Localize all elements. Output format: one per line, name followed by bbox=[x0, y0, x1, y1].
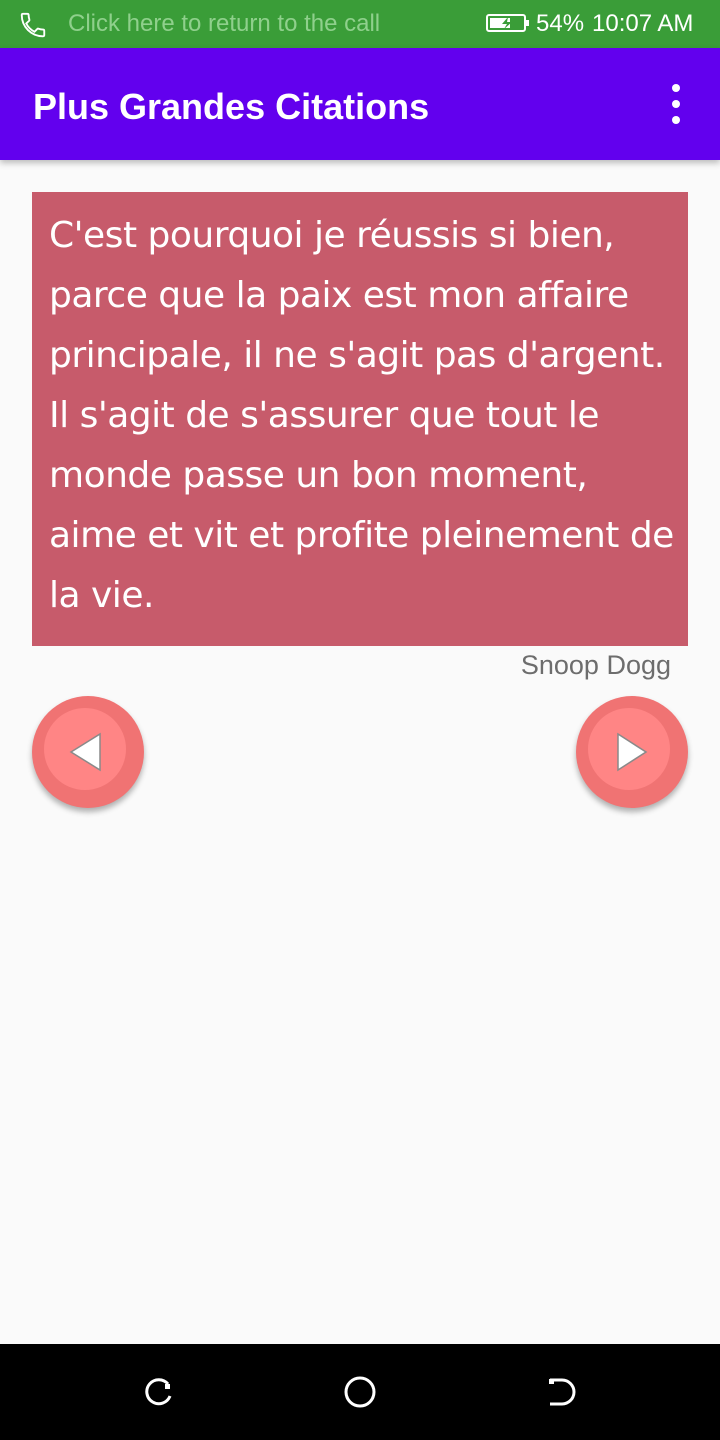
system-nav-bar bbox=[0, 1344, 720, 1440]
next-quote-button[interactable] bbox=[576, 696, 688, 808]
clock: 10:07 AM bbox=[592, 10, 694, 37]
home-icon[interactable] bbox=[340, 1372, 380, 1412]
play-right-icon bbox=[617, 732, 648, 772]
more-vert-icon[interactable] bbox=[660, 84, 692, 124]
quote-card: C'est pourquoi je réussis si bien, parce… bbox=[32, 192, 688, 646]
menu-dot bbox=[672, 100, 680, 108]
previous-quote-button[interactable] bbox=[32, 696, 144, 808]
return-to-call-link[interactable]: Click here to return to the call bbox=[68, 10, 380, 38]
quote-text: C'est pourquoi je réussis si bien, parce… bbox=[49, 215, 674, 616]
page-title: Plus Grandes Citations bbox=[33, 86, 430, 127]
phone-icon[interactable] bbox=[18, 10, 48, 40]
play-left-icon bbox=[69, 732, 101, 772]
menu-dot bbox=[672, 84, 680, 92]
battery-charging-icon bbox=[486, 14, 529, 32]
menu-dot bbox=[672, 116, 680, 124]
quote-author: Snoop Dogg bbox=[520, 650, 671, 680]
battery-percentage: 54% bbox=[536, 10, 585, 37]
app-bar: Plus Grandes Citations bbox=[0, 48, 720, 160]
recent-apps-icon[interactable] bbox=[140, 1372, 180, 1412]
status-bar: Click here to return to the call 54% 10:… bbox=[0, 0, 720, 48]
back-icon[interactable] bbox=[540, 1372, 580, 1412]
